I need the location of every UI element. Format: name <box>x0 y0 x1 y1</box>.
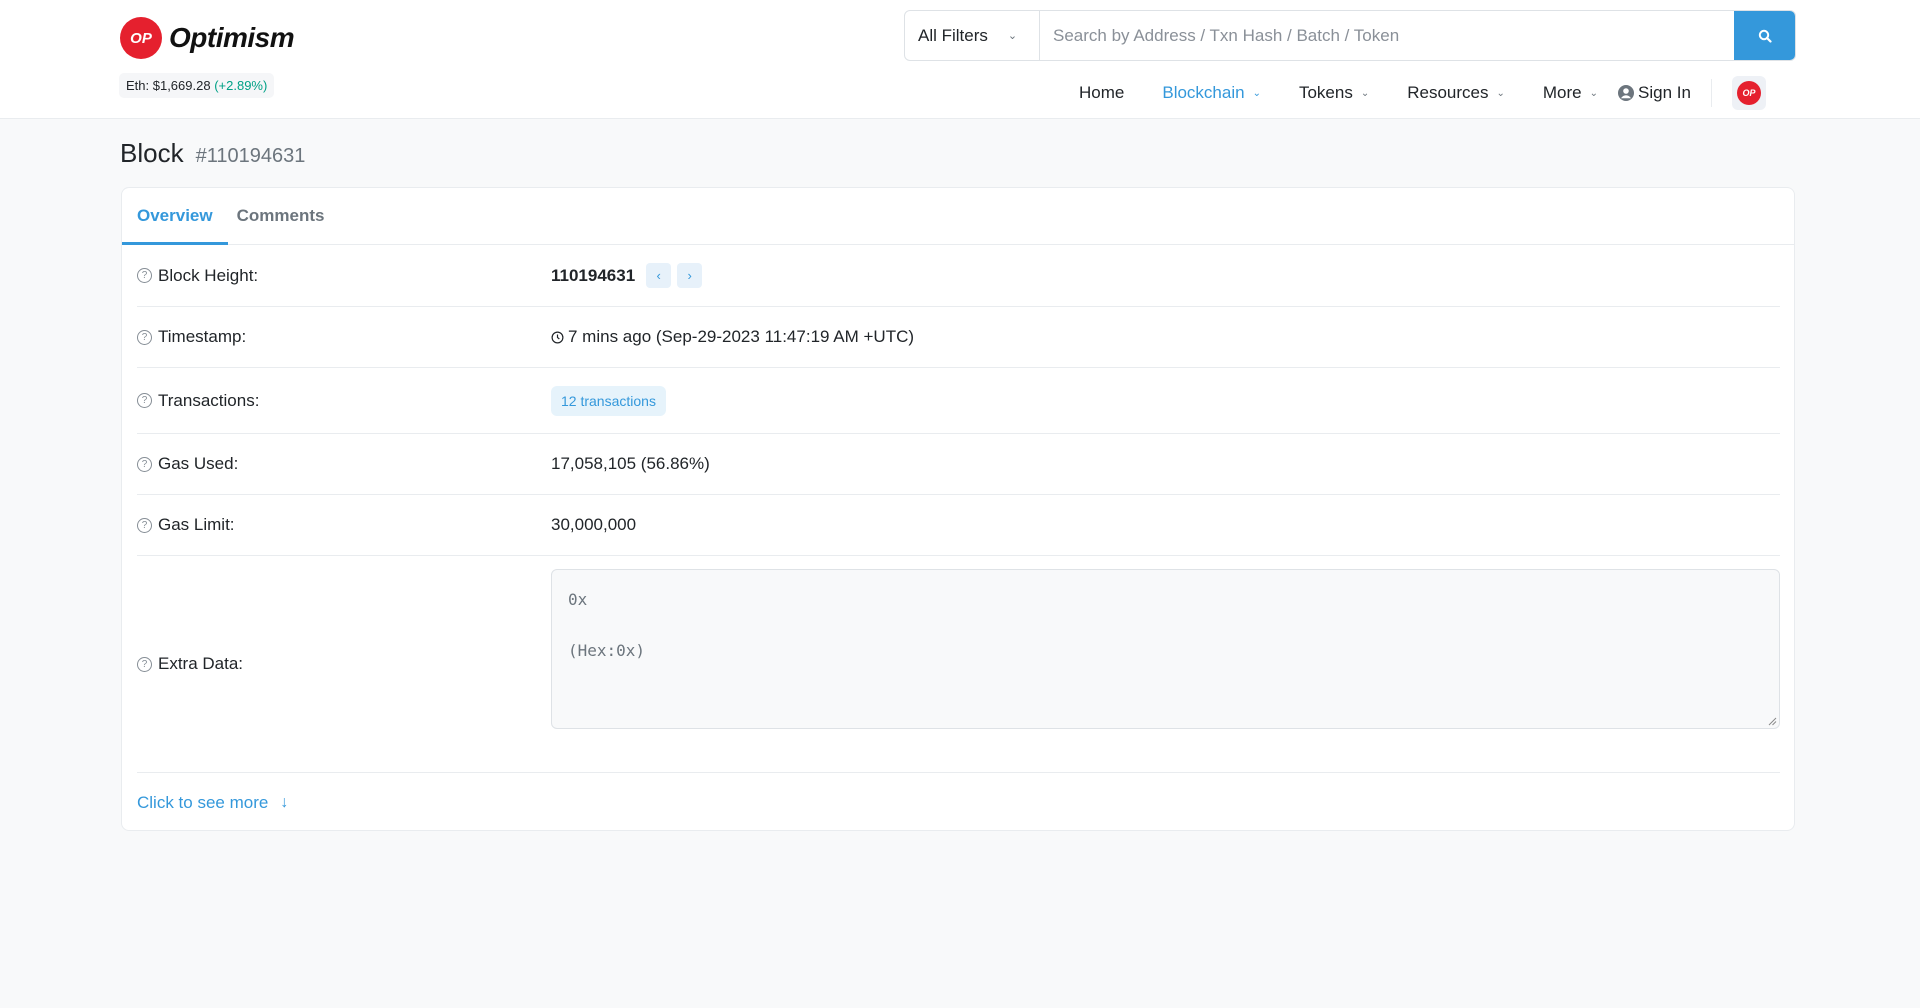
clock-icon <box>551 331 564 343</box>
timestamp-text: 7 mins ago (Sep-29-2023 11:47:19 AM +UTC… <box>568 327 915 346</box>
question-circle-icon[interactable]: ? <box>137 329 152 345</box>
network-switch-button[interactable]: OP <box>1731 76 1766 110</box>
label-text: Extra Data: <box>158 654 244 673</box>
eth-price-badge: Eth: $1,669.28 (+2.89%) <box>119 73 275 98</box>
see-more-link[interactable]: Click to see more ↓ <box>137 793 288 813</box>
brand-name: Optimism <box>169 22 295 53</box>
question-circle-icon[interactable]: ? <box>137 656 152 672</box>
extra-data-hex: 0x <box>568 590 588 609</box>
user-circle-icon <box>1618 85 1635 101</box>
row-gas-used: ? Gas Used: 17,058,105 (56.86%) <box>137 434 1780 495</box>
see-more-label: Click to see more <box>137 793 269 812</box>
main-nav: Home Blockchain ⌄ Tokens ⌄ Resources ⌄ More… <box>1079 76 1766 110</box>
nav-blockchain[interactable]: Blockchain ⌄ <box>1162 83 1261 103</box>
chevron-down-icon: ⌄ <box>1496 87 1505 99</box>
nav-tokens-label: Tokens <box>1298 83 1353 102</box>
nav-resources[interactable]: Resources ⌄ <box>1407 83 1505 103</box>
search-input[interactable] <box>1040 11 1734 60</box>
question-circle-icon[interactable]: ? <box>137 393 152 408</box>
timestamp-label: ? Timestamp: <box>137 327 551 347</box>
chevron-down-icon: ⌄ <box>1252 87 1261 99</box>
tab-bar: Overview Comments <box>122 188 1794 245</box>
gas-limit-label: ? Gas Limit: <box>137 515 551 535</box>
arrow-down-icon: ↓ <box>280 794 289 811</box>
transactions-label: ? Transactions: <box>137 391 551 411</box>
row-block-height: ? Block Height: 110194631 ‹ › <box>137 245 1780 307</box>
sign-in-label: Sign In <box>1638 83 1691 102</box>
nav-more[interactable]: More ⌄ <box>1543 83 1598 103</box>
page-title: Block #110194631 <box>120 138 305 169</box>
label-text: Block Height: <box>158 265 259 285</box>
search-bar: All Filters ⌄ <box>904 10 1796 61</box>
search-filter-dropdown[interactable]: All Filters ⌄ <box>905 11 1040 60</box>
optimism-network-icon: OP <box>1736 81 1761 105</box>
question-circle-icon[interactable]: ? <box>137 456 152 472</box>
extra-data-textarea[interactable]: 0x (Hex:0x) <box>551 569 1780 729</box>
block-height-label: ? Block Height: <box>137 266 551 286</box>
row-extra-data: ? Extra Data: 0x (Hex:0x) <box>137 556 1780 773</box>
row-gas-limit: ? Gas Limit: 30,000,000 <box>137 495 1780 556</box>
block-height-number: 110194631 <box>551 265 636 285</box>
block-height-value: 110194631 ‹ › <box>551 263 703 288</box>
optimism-logo-icon: OP <box>120 17 162 59</box>
gas-used-label: ? Gas Used: <box>137 454 551 474</box>
tab-comments[interactable]: Comments <box>237 188 325 244</box>
nav-home-label: Home <box>1079 83 1125 102</box>
chevron-down-icon: ⌄ <box>1589 87 1599 99</box>
search-button[interactable] <box>1734 11 1795 60</box>
extra-data-hex-label: (Hex:0x) <box>568 641 646 660</box>
chevron-down-icon: ⌄ <box>1360 87 1370 99</box>
row-timestamp: ? Timestamp: 7 mins ago (Sep-29-2023 11:4… <box>137 307 1780 368</box>
page-heading: Block <box>120 138 184 168</box>
timestamp-value: 7 mins ago (Sep-29-2023 11:47:19 AM +UTC… <box>551 327 914 347</box>
transactions-link[interactable]: 12 transactions <box>551 385 666 416</box>
nav-blockchain-label: Blockchain <box>1162 83 1245 102</box>
search-icon <box>1758 29 1772 43</box>
extra-data-label: ? Extra Data: <box>137 654 551 674</box>
previous-block-button[interactable]: ‹ <box>646 263 672 288</box>
transactions-value: 12 transactions <box>551 385 666 416</box>
row-transactions: ? Transactions: 12 transactions <box>137 368 1780 434</box>
site-header: OP Optimism Eth: $1,669.28 (+2.89%) All … <box>0 0 1920 119</box>
nav-divider <box>1710 79 1712 107</box>
question-circle-icon[interactable]: ? <box>137 517 152 533</box>
eth-price: Eth: $1,669.28 <box>126 78 211 93</box>
nav-resources-label: Resources <box>1407 83 1489 102</box>
tab-overview[interactable]: Overview <box>122 188 228 245</box>
block-number: #110194631 <box>195 145 306 167</box>
label-text: Transactions: <box>158 390 260 410</box>
nav-tokens[interactable]: Tokens ⌄ <box>1299 83 1369 103</box>
nav-more-label: More <box>1542 83 1582 102</box>
sign-in-link[interactable]: Sign In <box>1618 83 1691 103</box>
label-text: Timestamp: <box>158 327 247 346</box>
label-text: Gas Used: <box>158 454 239 473</box>
resize-handle-icon[interactable] <box>1767 716 1777 726</box>
next-block-button[interactable]: › <box>677 263 703 288</box>
label-text: Gas Limit: <box>158 515 235 534</box>
eth-price-change: (+2.89%) <box>214 78 268 93</box>
filter-label: All Filters <box>918 25 988 45</box>
nav-home[interactable]: Home <box>1079 83 1124 103</box>
gas-used-value: 17,058,105 (56.86%) <box>551 454 710 473</box>
question-circle-icon[interactable]: ? <box>137 268 152 283</box>
chevron-down-icon: ⌄ <box>1007 30 1018 42</box>
block-overview-card: Overview Comments ? Block Height: 1101946… <box>121 187 1795 831</box>
logo[interactable]: OP Optimism <box>120 17 295 59</box>
gas-limit-value: 30,000,000 <box>551 515 637 534</box>
